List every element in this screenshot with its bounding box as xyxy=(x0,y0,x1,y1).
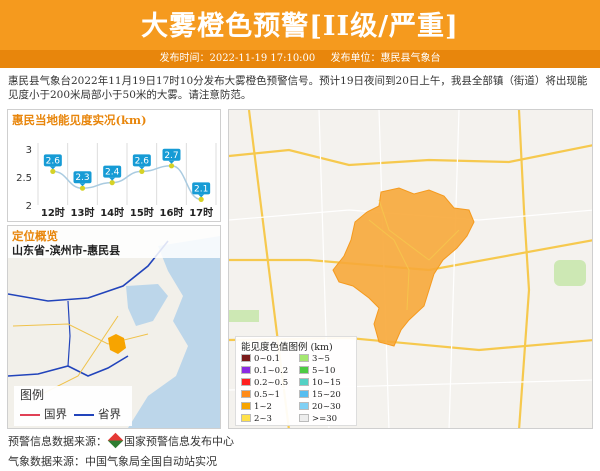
publisher: 发布单位：惠民县气象台 xyxy=(330,53,441,64)
weather-source-line: 气象数据来源：中国气象局全国自动站实况 xyxy=(8,455,217,468)
visibility-legend-item: 0~0.1 xyxy=(241,354,280,364)
legend-province-border: 省界 xyxy=(74,406,121,422)
data-point xyxy=(168,163,175,169)
visibility-legend: 能见度色值图例 (km) 0~0.1 0.1~0.2 0.2~0.5 0.5~1 1~2… xyxy=(235,336,357,426)
visibility-legend-item: >=30 xyxy=(299,414,337,424)
legend-label: 0~0.1 xyxy=(254,354,281,364)
data-point xyxy=(79,185,86,191)
visibility-legend-title: 能见度色值图例 (km) xyxy=(241,342,333,353)
province-border-label: 省界 xyxy=(98,407,121,421)
y-tick-label: 2.5 xyxy=(16,173,32,184)
legend-swatch xyxy=(299,354,309,362)
legend-label: 1~2 xyxy=(254,402,272,412)
visibility-legend-item: 5~10 xyxy=(299,366,335,376)
visibility-chart: 3 2.5 2 2.6 2.3 2.4 2.6 2.7 2.1 12时 13时 14时 15时 16时 17… xyxy=(16,143,217,219)
legend-swatch xyxy=(299,414,309,422)
y-tick-label: 2 xyxy=(26,201,32,212)
data-point xyxy=(50,168,56,174)
legend-swatch xyxy=(299,402,309,410)
visibility-legend-item: 20~30 xyxy=(299,402,341,412)
data-label-pointer xyxy=(138,166,145,170)
visibility-legend-item: 10~15 xyxy=(299,378,341,388)
data-label: 2.6 xyxy=(46,156,61,166)
visibility-chart-panel: 惠民当地能见度实况(km) 3 2.5 2 2.6 2.3 2.4 2.6 2.7 2.1 12时… xyxy=(7,109,221,222)
warning-title: 大雾橙色预警[II级/严重] xyxy=(141,11,459,42)
data-label-pointer xyxy=(49,166,56,170)
y-tick-label: 3 xyxy=(26,145,32,156)
data-label-pointer xyxy=(168,160,175,164)
legend-swatch xyxy=(241,390,251,398)
warning-area-map-panel: 能见度色值图例 (km) 0~0.1 0.1~0.2 0.2~0.5 0.5~1 1~2… xyxy=(228,109,593,429)
legend-swatch xyxy=(241,366,251,374)
visibility-legend-item: 1~2 xyxy=(241,402,272,412)
warning-source-label: 预警信息数据来源： xyxy=(8,435,107,448)
location-overview-panel: 定位概览 山东省-滨州市-惠民县 图例 国界 省界 xyxy=(7,225,221,429)
warning-description: 惠民县气象台2022年11月19日17时10分发布大雾橙色预警信号。预计19日夜… xyxy=(8,75,588,101)
province-border-swatch xyxy=(74,413,94,416)
legend-swatch xyxy=(241,414,251,422)
legend-swatch xyxy=(241,402,251,410)
legend-label: 10~15 xyxy=(312,378,341,388)
legend-label: 3~5 xyxy=(312,354,330,364)
data-label: 2.4 xyxy=(105,168,120,178)
data-label-pointer xyxy=(109,177,116,181)
legend-label: 15~20 xyxy=(312,390,341,400)
national-border-label: 国界 xyxy=(44,407,67,421)
visibility-legend-item: 3~5 xyxy=(299,354,330,364)
legend-label: 5~10 xyxy=(312,366,336,376)
warning-meta-bar: 发布时间：2022-11-19 17:10:00 发布单位：惠民县气象台 xyxy=(0,50,600,68)
warning-source-line: 预警信息数据来源： 国家预警信息发布中心 xyxy=(8,432,234,449)
data-label: 2.3 xyxy=(75,173,89,183)
visibility-legend-item: 0.2~0.5 xyxy=(241,378,288,388)
x-tick-label: 17时 xyxy=(189,206,213,219)
x-tick-label: 15时 xyxy=(130,206,154,219)
warning-source-name: 国家预警信息发布中心 xyxy=(124,435,234,448)
data-label-pointer xyxy=(79,183,86,187)
legend-label: 20~30 xyxy=(312,402,341,412)
legend-label: >=30 xyxy=(312,414,338,424)
location-header: 定位概览 山东省-滨州市-惠民县 xyxy=(8,226,220,258)
data-label: 2.7 xyxy=(164,151,178,161)
legend-swatch xyxy=(299,366,309,374)
legend-swatch xyxy=(299,378,309,386)
x-tick-label: 13时 xyxy=(71,206,95,219)
data-point xyxy=(139,168,145,174)
legend-label: 0.1~0.2 xyxy=(254,366,289,376)
warning-header: 大雾橙色预警[II级/严重] 发布时间：2022-11-19 17:10:00 … xyxy=(0,0,600,68)
national-border-swatch xyxy=(20,413,40,416)
publish-time: 发布时间：2022-11-19 17:10:00 xyxy=(159,53,316,64)
data-label-pointer xyxy=(198,194,205,198)
legend-label: 0.5~1 xyxy=(254,390,281,400)
legend-label: 2~3 xyxy=(254,414,272,424)
park-area xyxy=(554,260,586,286)
visibility-legend-item: 15~20 xyxy=(299,390,341,400)
x-tick-label: 12时 xyxy=(41,206,65,219)
legend-label: 0.2~0.5 xyxy=(254,378,289,388)
location-path: 山东省-滨州市-惠民县 xyxy=(12,244,121,257)
legend-swatch xyxy=(241,354,251,362)
warning-center-logo-icon xyxy=(107,432,124,449)
x-tick-label: 16时 xyxy=(160,206,184,219)
overview-legend: 图例 国界 省界 xyxy=(14,386,132,426)
legend-swatch xyxy=(241,378,251,386)
visibility-legend-item: 0.5~1 xyxy=(241,390,280,400)
data-label: 2.1 xyxy=(194,184,208,194)
legend-swatch xyxy=(299,390,309,398)
legend-national-border: 国界 xyxy=(20,406,67,422)
park-area xyxy=(229,310,259,322)
overview-legend-title: 图例 xyxy=(20,388,45,402)
x-tick-label: 14时 xyxy=(100,206,124,219)
visibility-legend-item: 0.1~0.2 xyxy=(241,366,288,376)
visibility-legend-item: 2~3 xyxy=(241,414,272,424)
data-point xyxy=(198,196,204,202)
data-point xyxy=(109,180,115,186)
data-label: 2.6 xyxy=(135,156,150,166)
